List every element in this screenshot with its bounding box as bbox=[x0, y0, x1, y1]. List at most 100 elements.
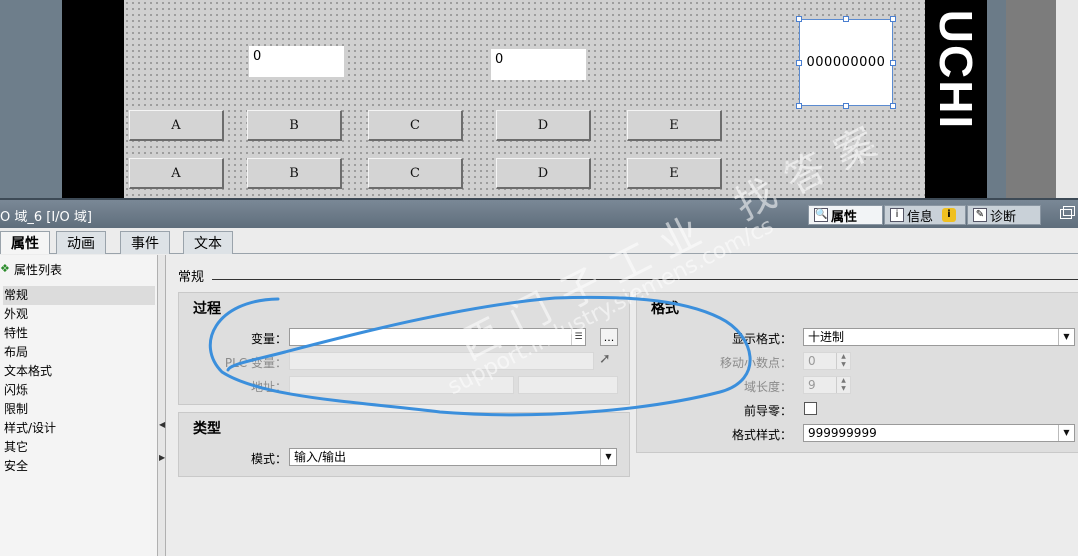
tab-properties[interactable]: 属性 bbox=[0, 231, 50, 254]
inspector-title: O 域_6 [I/O 域] bbox=[0, 210, 92, 225]
type-group-title: 类型 bbox=[193, 421, 221, 437]
io-field-1[interactable]: 0 bbox=[249, 46, 344, 77]
address-field bbox=[289, 376, 514, 394]
nav-splitter[interactable]: ◀ ▶ bbox=[157, 255, 166, 556]
main-tab-bar: 属性 动画 事件 文本 bbox=[0, 228, 1078, 254]
io-field-2[interactable]: 0 bbox=[491, 49, 586, 80]
inspector-tab-info-label: 信息 bbox=[907, 209, 934, 225]
list-icon: ❖ bbox=[0, 262, 10, 275]
variable-field[interactable]: ☰ bbox=[289, 328, 586, 346]
resize-handle-right[interactable] bbox=[890, 60, 896, 66]
canvas-right-gray bbox=[1006, 0, 1056, 198]
decimal-places-value: 0 bbox=[808, 354, 816, 368]
tab-animation[interactable]: 动画 bbox=[56, 231, 106, 254]
type-group: 类型 模式： 输入/输出 ▼ bbox=[178, 412, 630, 477]
format-group: 格式 显示格式： 十进制 ▼ 移动小数点： 0 ▲ ▼ 域长度： 9 ▲ ▼ 前导零… bbox=[636, 292, 1078, 453]
inspector-tab-properties-label: 属性 bbox=[831, 209, 858, 225]
hmi-button-b-row2[interactable]: B bbox=[247, 158, 342, 189]
nav-item-layout[interactable]: 布局 bbox=[3, 343, 155, 362]
field-length-value: 9 bbox=[808, 378, 816, 392]
goto-arrow-icon[interactable]: ➚ bbox=[599, 351, 611, 367]
nav-item-security[interactable]: 安全 bbox=[3, 457, 155, 476]
mode-value: 输入/输出 bbox=[294, 450, 347, 464]
spinner-arrows-icon: ▲ ▼ bbox=[836, 377, 850, 393]
screen-left-border bbox=[62, 0, 124, 198]
hmi-button-c-row1[interactable]: C bbox=[368, 110, 463, 141]
resize-handle-left[interactable] bbox=[796, 60, 802, 66]
resize-handle-bottom-left[interactable] bbox=[796, 103, 802, 109]
property-list-nav: ❖ 属性列表 常规 外观 特性 布局 文本格式 闪烁 限制 样式/设计 其它 安… bbox=[0, 255, 158, 556]
format-pattern-dropdown[interactable]: 999999999 ▼ bbox=[803, 424, 1075, 442]
maximize-icon[interactable] bbox=[1060, 206, 1075, 219]
canvas-scrollbar[interactable] bbox=[1056, 0, 1078, 198]
decimal-places-stepper: 0 ▲ ▼ bbox=[803, 352, 851, 370]
resize-handle-top[interactable] bbox=[843, 16, 849, 22]
hmi-button-d-row2[interactable]: D bbox=[496, 158, 591, 189]
leading-zeros-label: 前导零： bbox=[743, 404, 792, 418]
resize-handle-top-right[interactable] bbox=[890, 16, 896, 22]
section-divider bbox=[212, 279, 1078, 280]
nav-item-text-format[interactable]: 文本格式 bbox=[3, 362, 155, 381]
canvas-left-margin bbox=[0, 0, 62, 198]
nav-item-characteristics[interactable]: 特性 bbox=[3, 324, 155, 343]
nav-item-appearance[interactable]: 外观 bbox=[3, 305, 155, 324]
properties-icon: 🔍 bbox=[814, 208, 828, 222]
process-group-title: 过程 bbox=[193, 301, 221, 317]
hmi-button-a-row1[interactable]: A bbox=[129, 110, 224, 141]
inspector-tab-info[interactable]: i 信息 i bbox=[884, 205, 966, 225]
nav-item-misc[interactable]: 其它 bbox=[3, 438, 155, 457]
hmi-canvas-area: 0 0 A B C D E A B C D E 000000000 UCHI bbox=[0, 0, 1078, 198]
brand-text: UCHI bbox=[930, 9, 982, 131]
resize-handle-bottom-right[interactable] bbox=[890, 103, 896, 109]
leading-zeros-checkbox[interactable] bbox=[804, 402, 817, 415]
variable-list-icon[interactable]: ☰ bbox=[571, 329, 585, 345]
property-list-header: ❖ 属性列表 bbox=[0, 261, 62, 277]
inspector-title-bar: O 域_6 [I/O 域] 🔍 属性 i 信息 i ✎ 诊断 bbox=[0, 198, 1078, 228]
hmi-button-c-row2[interactable]: C bbox=[368, 158, 463, 189]
inspector-tab-diagnostics[interactable]: ✎ 诊断 bbox=[967, 205, 1041, 225]
display-format-dropdown[interactable]: 十进制 ▼ bbox=[803, 328, 1075, 346]
display-format-label: 显示格式： bbox=[731, 332, 792, 346]
plc-variable-label: PLC 变量： bbox=[224, 356, 287, 370]
nav-item-limits[interactable]: 限制 bbox=[3, 400, 155, 419]
nav-item-general[interactable]: 常规 bbox=[3, 286, 155, 305]
mode-dropdown[interactable]: 输入/输出 ▼ bbox=[289, 448, 617, 466]
selected-io-field[interactable]: 000000000 bbox=[799, 19, 893, 106]
hmi-button-e-row2[interactable]: E bbox=[627, 158, 722, 189]
field-length-label: 域长度： bbox=[743, 380, 792, 394]
property-list-title: 属性列表 bbox=[14, 262, 63, 277]
decimal-places-label: 移动小数点： bbox=[719, 356, 792, 370]
resize-handle-bottom[interactable] bbox=[843, 103, 849, 109]
chevron-down-icon[interactable]: ▼ bbox=[1058, 329, 1074, 345]
section-title: 常规 bbox=[178, 270, 205, 285]
address-label: 地址： bbox=[250, 380, 287, 394]
variable-label: 变量： bbox=[250, 332, 287, 346]
tab-events[interactable]: 事件 bbox=[120, 231, 170, 254]
nav-item-style-design[interactable]: 样式/设计 bbox=[3, 419, 155, 438]
chevron-down-icon[interactable]: ▼ bbox=[600, 449, 616, 465]
format-group-title: 格式 bbox=[651, 301, 679, 317]
hmi-button-a-row2[interactable]: A bbox=[129, 158, 224, 189]
field-length-stepper: 9 ▲ ▼ bbox=[803, 376, 851, 394]
tab-texts[interactable]: 文本 bbox=[183, 231, 233, 254]
hmi-button-d-row1[interactable]: D bbox=[496, 110, 591, 141]
inspector-tab-diagnostics-label: 诊断 bbox=[990, 209, 1017, 225]
process-group: 过程 变量： ☰ ... PLC 变量： ➚ 地址： bbox=[178, 292, 630, 405]
inspector-tab-properties[interactable]: 🔍 属性 bbox=[808, 205, 883, 225]
variable-browse-button[interactable]: ... bbox=[600, 328, 618, 346]
plc-variable-field bbox=[289, 352, 594, 370]
spinner-arrows-icon: ▲ ▼ bbox=[836, 353, 850, 369]
nav-item-flashing[interactable]: 闪烁 bbox=[3, 381, 155, 400]
info-icon: i bbox=[890, 208, 904, 222]
format-pattern-label: 格式样式： bbox=[731, 428, 792, 442]
collapse-left-icon[interactable]: ◀ bbox=[159, 420, 165, 429]
hmi-button-e-row1[interactable]: E bbox=[627, 110, 722, 141]
diagnostics-icon: ✎ bbox=[973, 208, 987, 222]
canvas-right-margin bbox=[987, 0, 1006, 198]
expand-right-icon[interactable]: ▶ bbox=[159, 453, 165, 462]
chevron-down-icon[interactable]: ▼ bbox=[1058, 425, 1074, 441]
resize-handle-top-left[interactable] bbox=[796, 16, 802, 22]
info-badge-icon: i bbox=[942, 208, 957, 222]
hmi-button-b-row1[interactable]: B bbox=[247, 110, 342, 141]
format-pattern-value: 999999999 bbox=[808, 426, 877, 440]
